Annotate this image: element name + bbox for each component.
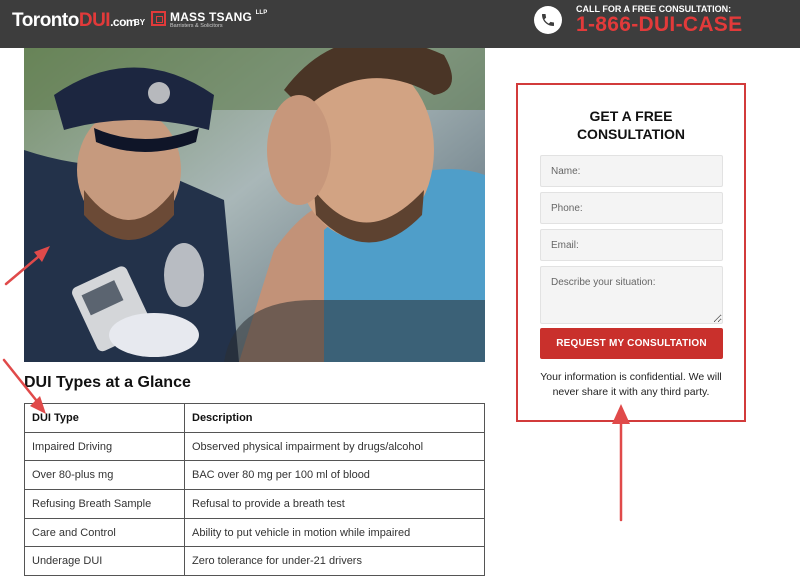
hero-image [24,0,485,362]
traffic-stop-photo [24,0,485,362]
cell-description: BAC over 80 mg per 100 ml of blood [184,460,485,491]
table-header-row: DUI Type Description [24,403,485,433]
firm-logo-icon [151,11,166,26]
privacy-note: Your information is confidential. We wil… [540,371,722,398]
cell-description: Zero tolerance for under-21 drivers [184,546,485,577]
request-consultation-button[interactable]: REQUEST MY CONSULTATION [540,328,723,359]
table-row: Underage DUI Zero tolerance for under-21… [24,546,485,577]
cell-dui-type: Underage DUI [24,546,185,577]
header-description: Description [184,403,485,433]
table-row: Refusing Breath Sample Refusal to provid… [24,489,485,519]
phone-number-link[interactable]: 1-866-DUI-CASE [576,13,742,37]
site-logo[interactable]: TorontoDUI.com [12,10,137,32]
by-label: BY [134,18,146,27]
cell-description: Refusal to provide a breath test [184,489,485,519]
name-input[interactable] [540,155,723,187]
form-title: GET A FREE CONSULTATION [576,108,686,142]
phone-input[interactable] [540,192,723,224]
cell-description: Observed physical impairment by drugs/al… [184,431,485,462]
cell-dui-type: Refusing Breath Sample [24,489,185,519]
table-row: Over 80-plus mg BAC over 80 mg per 100 m… [24,460,485,491]
header-dui-type: DUI Type [24,403,185,433]
phone-icon[interactable] [534,6,562,34]
firm-tagline: Barristers & Solicitors [170,23,223,29]
cell-dui-type: Over 80-plus mg [24,460,185,491]
email-input[interactable] [540,229,723,261]
table-row: Care and Control Ability to put vehicle … [24,517,485,548]
situation-textarea[interactable] [540,266,723,324]
table-row: Impaired Driving Observed physical impai… [24,431,485,462]
section-title: DUI Types at a Glance [24,374,191,391]
site-header: TorontoDUI.com BY MASS TSANG LLP Barrist… [0,0,800,48]
dui-types-table: DUI Type Description Impaired Driving Ob… [24,403,485,577]
cell-dui-type: Impaired Driving [24,431,185,462]
firm-name: MASS TSANG LLP [170,10,268,24]
cell-dui-type: Care and Control [24,517,185,548]
consultation-form: GET A FREE CONSULTATION REQUEST MY CONSU… [516,83,746,422]
cell-description: Ability to put vehicle in motion while i… [184,517,485,548]
